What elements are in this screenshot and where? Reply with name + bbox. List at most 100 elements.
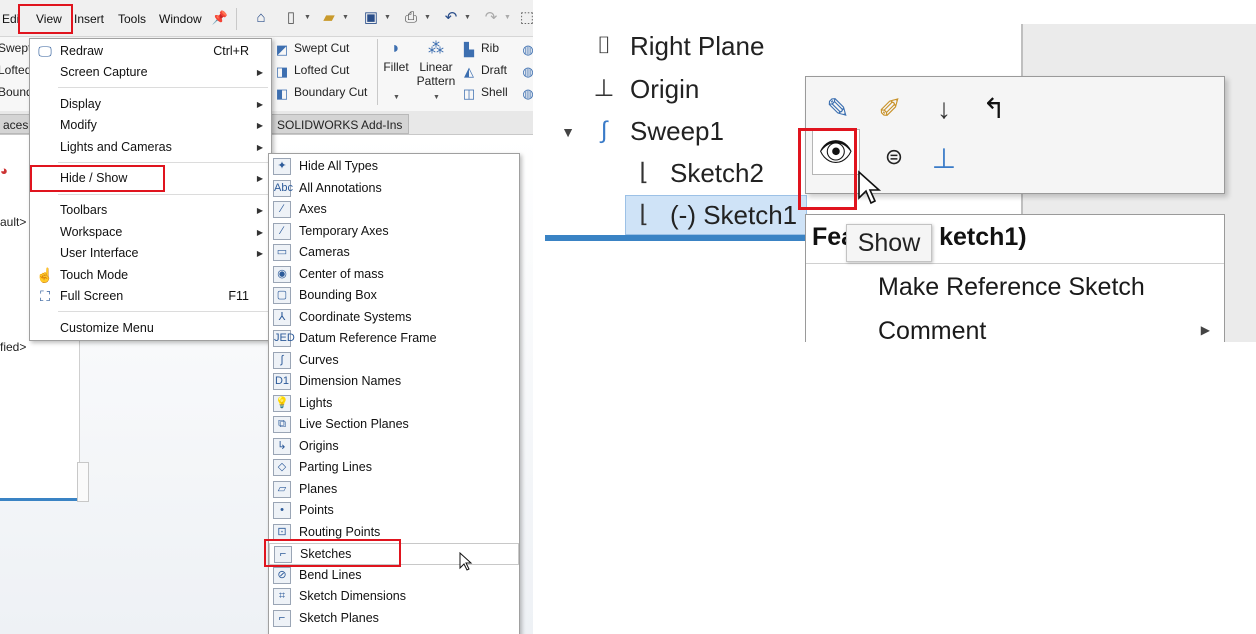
submenu-item-coordinate-systems[interactable]: ⅄ Coordinate Systems [269, 307, 519, 329]
submenu-item-sketch-planes[interactable]: ⌐ Sketch Planes [269, 608, 519, 630]
submenu-item-datum-reference-frame[interactable]: JED Datum Reference Frame [269, 328, 519, 350]
origins-icon: ↳ [273, 437, 291, 455]
normal-to-icon[interactable]: ⊥ [926, 141, 962, 177]
tree-node-sketch2[interactable]: Sketch2 [670, 157, 764, 189]
new-document-icon[interactable]: ▯ [282, 9, 300, 27]
panel-splitter[interactable] [77, 462, 89, 502]
tree-node-sweep1[interactable]: Sweep1 [630, 115, 724, 147]
tree-node-sketch1[interactable]: (-) Sketch1 [670, 199, 797, 231]
chevron-down-icon[interactable]: ▼ [384, 14, 391, 21]
swept-cut-label: Swept Cut [294, 41, 350, 55]
submenu-item-parting-lines[interactable]: ◇ Parting Lines [269, 457, 519, 479]
boundary-cut-button[interactable]: ◧ Boundary Cut [275, 85, 368, 101]
collapse-arrow-icon[interactable]: ▼ [553, 116, 583, 148]
menu-item-workspace[interactable]: Workspace ▶ [30, 222, 271, 243]
lofted-cut-button[interactable]: ◨ Lofted Cut [275, 63, 350, 79]
menu-item-redraw[interactable]: 🖵 Redraw Ctrl+R [30, 41, 271, 62]
submenu-arrow-icon: ▶ [256, 249, 263, 258]
edit-feature-icon[interactable]: ✐ [872, 91, 908, 127]
ribbon-cut-label[interactable]: Bound [0, 85, 33, 99]
left-screenshot: Edi View Insert Tools Window 📌 ⌂ ▯ ▼ ▰ ▼… [0, 0, 533, 634]
fillet-button[interactable]: ◗ Fillet [383, 40, 409, 74]
menu-edit[interactable]: Edi [2, 12, 19, 26]
shell-button[interactable]: ◫ Shell [462, 85, 508, 101]
chevron-down-icon[interactable]: ▼ [342, 14, 349, 21]
menu-item-modify[interactable]: Modify ▶ [30, 115, 271, 136]
draft-button[interactable]: ◭ Draft [462, 63, 507, 79]
submenu-item-sketch-dimensions[interactable]: ⌗ Sketch Dimensions [269, 586, 519, 608]
submenu-item-bounding-box[interactable]: ▢ Bounding Box [269, 285, 519, 307]
menu-item-touch-mode[interactable]: ☝ Touch Mode [30, 265, 271, 286]
chevron-down-icon[interactable]: ▼ [304, 14, 311, 21]
menu-item-lights-and-cameras[interactable]: Lights and Cameras ▶ [30, 137, 271, 158]
submenu-item-curves[interactable]: ∫ Curves [269, 350, 519, 372]
ribbon-separator [377, 39, 378, 105]
tree-node-right-plane[interactable]: Right Plane [630, 30, 764, 62]
open-folder-icon[interactable]: ▰ [320, 9, 338, 27]
submenu-item-bend-lines[interactable]: ⊘ Bend Lines [269, 565, 519, 587]
undo-icon[interactable]: ↶ [442, 9, 460, 27]
menu-item-comment[interactable]: Comment [878, 317, 986, 342]
menu-window[interactable]: Window [159, 12, 202, 26]
menu-item-make-reference-sketch[interactable]: Make Reference Sketch [878, 273, 1145, 302]
ribbon-overflow-icon[interactable]: ◍ [521, 85, 533, 101]
tab-solidworks-addins[interactable]: SOLIDWORKS Add-Ins [270, 114, 410, 134]
rollback-icon[interactable]: ↓ [926, 91, 962, 127]
submenu-item-center-of-mass[interactable]: ◉ Center of mass [269, 264, 519, 286]
linear-pattern-button[interactable]: ⁂ Linear Pattern [415, 40, 457, 88]
menu-item-toolbars[interactable]: Toolbars ▶ [30, 200, 271, 221]
edit-sketch-icon[interactable]: ✎ [820, 91, 856, 127]
lights-icon: 💡 [273, 394, 291, 412]
menu-item-screen-capture[interactable]: Screen Capture ▶ [30, 62, 271, 83]
appearance-icon: ◕ [0, 163, 8, 178]
ribbon-overflow-icon[interactable]: ◍ [521, 63, 533, 79]
menu-tools[interactable]: Tools [118, 12, 146, 26]
pin-icon[interactable]: 📌 [211, 9, 229, 27]
menu-item-customize-menu[interactable]: Customize Menu [30, 318, 271, 339]
submenu-item-live-section-planes[interactable]: ⧉ Live Section Planes [269, 414, 519, 436]
submenu-arrow-icon: ▶ [256, 143, 263, 152]
datum-reference-frame-icon: JED [273, 330, 295, 347]
submenu-item-axes[interactable]: ∕ Axes [269, 199, 519, 221]
submenu-item-cameras[interactable]: ▭ Cameras [269, 242, 519, 264]
chevron-down-icon[interactable]: ▼ [504, 14, 511, 21]
swept-cut-button[interactable]: ◩ Swept Cut [275, 41, 350, 57]
coordinate-systems-icon: ⅄ [273, 308, 291, 326]
submenu-item-planes[interactable]: ▱ Planes [269, 479, 519, 501]
submenu-item-all-annotations[interactable]: Abc All Annotations [269, 178, 519, 200]
save-icon[interactable]: ▣ [362, 9, 380, 27]
submenu-arrow-icon: ▶ [256, 174, 263, 183]
submenu-item-lights[interactable]: 💡 Lights [269, 393, 519, 415]
submenu-item-origins[interactable]: ↳ Origins [269, 436, 519, 458]
ribbon-overflow-icon[interactable]: ◍ [521, 41, 533, 57]
all-annotations-icon: Abc [273, 179, 293, 197]
tree-node-origin[interactable]: Origin [630, 73, 699, 105]
menu-insert[interactable]: Insert [74, 12, 104, 26]
tree-config-default: ault> [0, 215, 27, 229]
chevron-down-icon[interactable]: ▼ [464, 14, 471, 21]
submenu-item-points[interactable]: • Points [269, 500, 519, 522]
sketch-planes-icon: ⌐ [273, 609, 291, 627]
sketch-icon: ⌊ [639, 159, 649, 186]
chevron-down-icon[interactable]: ▼ [433, 94, 440, 101]
submenu-item-hide-all-types[interactable]: ✦ Hide All Types [269, 156, 519, 178]
menu-item-display[interactable]: Display ▶ [30, 94, 271, 115]
submenu-item-dimension-names[interactable]: D1 Dimension Names [269, 371, 519, 393]
hide-show-highlight-box [30, 165, 165, 192]
home-icon[interactable]: ⌂ [252, 9, 270, 27]
ribbon-cut-label[interactable]: Swept [0, 41, 31, 55]
menu-item-user-interface[interactable]: User Interface ▶ [30, 243, 271, 264]
select-icon[interactable]: ⬚ [518, 9, 533, 27]
parent-child-icon[interactable]: ↰ [976, 91, 1012, 127]
rib-button[interactable]: ▙ Rib [462, 41, 499, 57]
chevron-down-icon[interactable]: ▼ [424, 14, 431, 21]
print-icon[interactable]: ⎙ [402, 9, 420, 27]
chevron-down-icon[interactable]: ▼ [393, 94, 400, 101]
redo-icon[interactable]: ↷ [482, 9, 500, 27]
parting-lines-icon: ◇ [273, 459, 291, 476]
boundary-cut-icon: ◧ [275, 86, 289, 101]
temporary-axes-icon: ∕ [273, 222, 291, 240]
menu-item-full-screen[interactable]: ⛶ Full Screen F11 [30, 286, 271, 307]
submenu-item-temporary-axes[interactable]: ∕ Temporary Axes [269, 221, 519, 243]
ribbon-cut-label[interactable]: Lofted [0, 63, 31, 77]
